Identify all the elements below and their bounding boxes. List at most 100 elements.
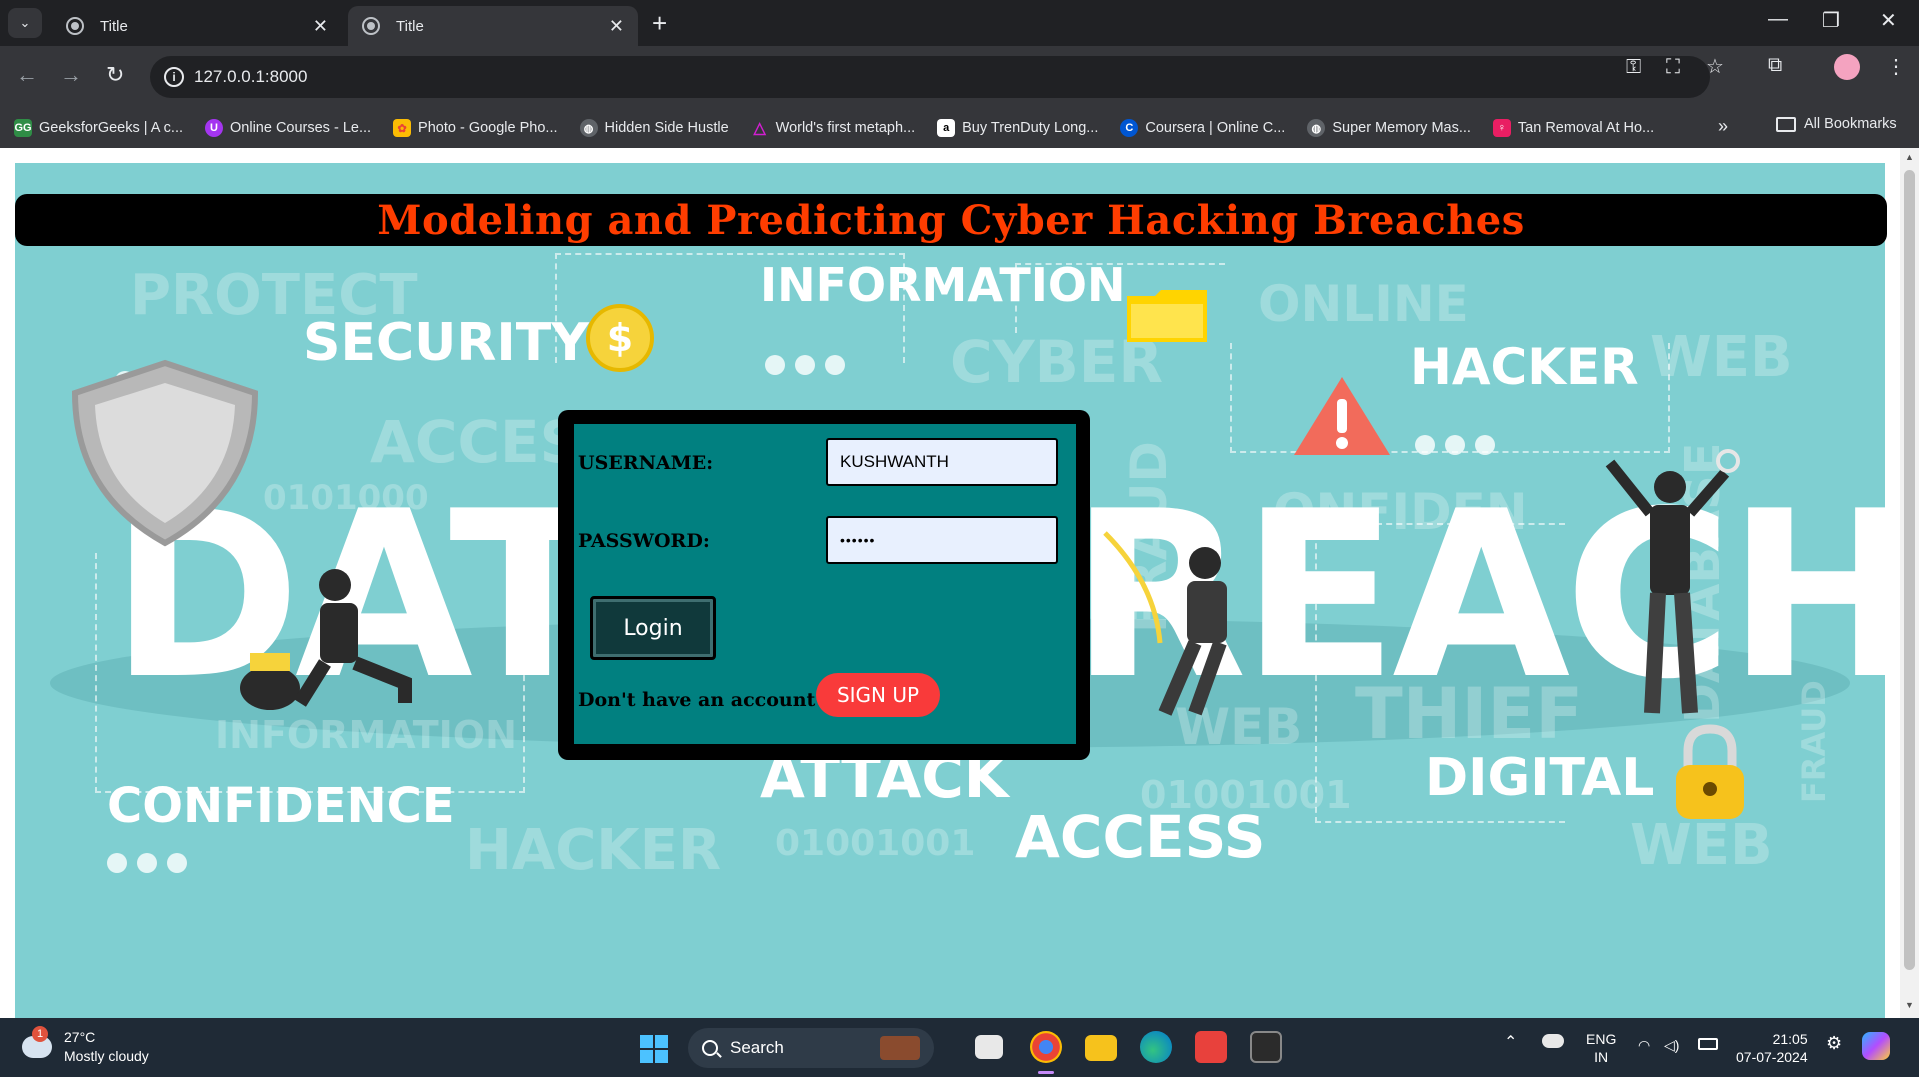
globe-icon: ◍ [1307,119,1326,137]
restore-icon[interactable]: ❐ [1822,8,1840,33]
bookmark-coursera[interactable]: C Coursera | Online C... [1120,119,1285,137]
more-bookmarks-button[interactable]: » [1718,116,1728,137]
task-view-icon[interactable] [975,1035,1003,1059]
app-red-icon[interactable] [1195,1031,1227,1063]
search-label: Search [730,1038,784,1057]
cloud-icon: 1 [22,1026,52,1058]
forward-icon[interactable]: → [60,62,82,88]
wifi-icon[interactable]: ◠ [1638,1036,1650,1054]
chevron-up-icon[interactable]: ⌃ [1504,1034,1517,1052]
address-bar[interactable]: i 127.0.0.1:8000 [150,56,1710,98]
scroll-up-icon[interactable]: ▲ [1905,152,1914,162]
page-scrollbar[interactable]: ▲ ▼ [1900,148,1919,1018]
globe-icon: ◍ [579,119,598,137]
close-window-icon[interactable]: ✕ [1880,8,1897,33]
udemy-icon: U [205,119,223,137]
tan-removal-icon: ♀ [1492,119,1511,137]
reload-icon[interactable]: ↻ [106,62,124,88]
tab-1[interactable]: Title ✕ [52,6,342,46]
page-viewport: PROTECT CYBER ONLINE WEB ACCES 0101000 O… [0,148,1900,1018]
weather-widget[interactable]: 1 27°C Mostly cloudy [22,1026,149,1066]
extensions-icon[interactable]: ⧉ [1768,54,1782,77]
scrollbar-thumb[interactable] [1904,170,1915,970]
notification-badge: 1 [32,1026,48,1042]
bookmark-metaphor[interactable]: △ World's first metaph... [751,119,915,137]
bg-word-security: SECURITY [303,313,589,373]
hacker-with-key-illustration [1605,449,1740,714]
tab-2[interactable]: Title ✕ [348,6,638,46]
language-indicator[interactable]: ENG IN [1586,1030,1616,1066]
battery-icon[interactable] [1698,1038,1718,1050]
page-title: Modeling and Predicting Cyber Hacking Br… [377,196,1525,244]
chrome-icon[interactable] [1030,1031,1062,1074]
bg-word-access-bright: ACCESS [1015,803,1266,871]
tab-title: Title [100,17,128,35]
menu-icon[interactable]: ⋮ [1886,54,1906,79]
back-icon[interactable]: ← [16,62,38,88]
login-form: USERNAME: KUSHWANTH PASSWORD: •••••• Log… [558,410,1090,760]
windows-start-icon[interactable] [640,1035,668,1063]
bg-word-web-top: WEB [1650,325,1793,390]
bg-word-digital: DIGITAL [1425,748,1655,808]
folder-icon [1127,290,1207,342]
scroll-down-icon[interactable]: ▼ [1905,1000,1914,1010]
amazon-icon: a [937,119,956,137]
bg-word-confidence: CONFIDENCE [107,778,455,834]
search-icon [702,1040,718,1056]
weather-temp: 27°C [64,1029,96,1045]
bookmark-hidden-side-hustle[interactable]: ◍ Hidden Side Hustle [579,119,729,137]
login-button[interactable]: Login [590,596,716,660]
file-explorer-icon[interactable] [1085,1035,1117,1061]
dot-cluster [107,853,197,878]
profile-avatar[interactable] [1834,54,1860,80]
bg-word-binary-bottom: 01001001 [775,823,976,864]
windows-taskbar: 1 27°C Mostly cloudy Search ⌃ ENG IN ◠ ◁… [0,1018,1919,1077]
onedrive-icon[interactable] [1542,1034,1564,1048]
search-highlight-icon [880,1036,920,1060]
tab-title: Title [396,17,424,35]
key-icon[interactable]: ⚿ [1626,56,1641,79]
bookmark-tan-removal[interactable]: ♀ Tan Removal At Ho... [1492,119,1654,137]
settings-icon[interactable]: ⚙ [1826,1034,1842,1052]
address-text: 127.0.0.1:8000 [194,67,308,86]
username-label: USERNAME: [578,452,714,474]
folder-icon [1776,116,1796,132]
bookmark-google-photos[interactable]: ✿ Photo - Google Pho... [393,119,558,137]
browser-toolbar: ← → ↻ i 127.0.0.1:8000 ⚿ ⛶ ☆ ⧉ ⋮ [0,46,1919,108]
hacker-with-gold-illustration [240,569,412,710]
chevron-down-icon: ⌄ [19,15,31,30]
clock[interactable]: 21:05 07-07-2024 [1736,1030,1808,1066]
bookmark-udemy[interactable]: U Online Courses - Le... [205,119,371,137]
translate-icon[interactable]: ⛶ [1666,56,1680,79]
copilot-icon[interactable] [1862,1032,1890,1060]
bg-word-hacker: HACKER [1410,338,1639,396]
bookmark-geeksforgeeks[interactable]: GG GeeksforGeeks | A c... [14,119,183,137]
coursera-icon: C [1120,119,1139,137]
password-label: PASSWORD: [578,530,710,552]
bookmark-super-memory[interactable]: ◍ Super Memory Mas... [1307,119,1471,137]
close-icon[interactable]: ✕ [609,16,624,37]
globe-icon [66,17,84,35]
username-input[interactable]: KUSHWANTH [826,438,1058,486]
star-icon[interactable]: ☆ [1706,54,1724,79]
warning-icon [1294,377,1390,455]
hacker-fishing-illustration [1103,531,1227,716]
tab-search-button[interactable]: ⌄ [8,8,42,38]
signup-button[interactable]: SIGN UP [816,673,940,717]
password-input[interactable]: •••••• [826,516,1058,564]
globe-icon [362,17,380,35]
taskbar-search[interactable]: Search [688,1028,934,1068]
padlock-icon [1676,724,1744,819]
new-tab-button[interactable]: + [652,8,667,39]
minimize-icon[interactable]: — [1768,8,1788,31]
site-info-icon[interactable]: i [164,67,184,87]
volume-icon[interactable]: ◁) [1664,1036,1679,1054]
close-icon[interactable]: ✕ [313,16,328,37]
all-bookmarks-button[interactable]: All Bookmarks [1776,116,1897,132]
tab-strip: ⌄ Title ✕ Title ✕ + — ❐ ✕ [0,0,1919,46]
bg-word-hacker-bottom: HACKER [465,818,722,883]
bookmark-amazon[interactable]: a Buy TrenDuty Long... [937,119,1098,137]
login-form-body: USERNAME: KUSHWANTH PASSWORD: •••••• Log… [574,424,1076,744]
terminal-icon[interactable] [1250,1031,1282,1063]
edge-icon[interactable] [1140,1031,1172,1063]
